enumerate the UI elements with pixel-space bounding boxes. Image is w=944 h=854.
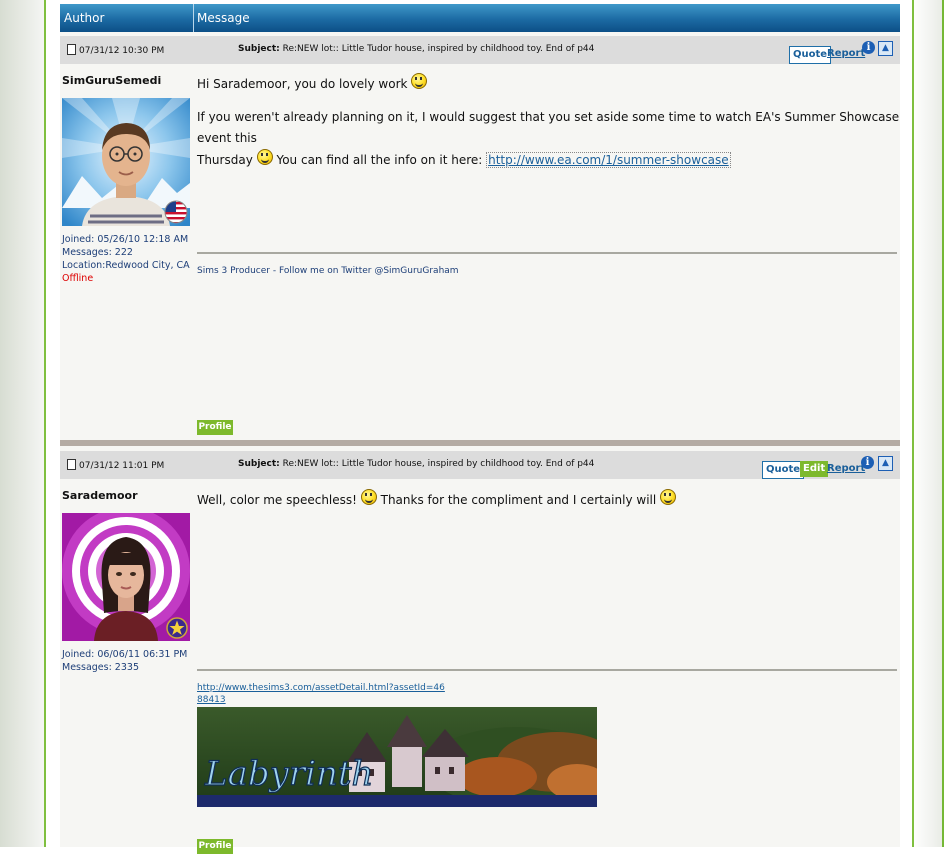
post-date-text: 07/31/12 11:01 PM [79, 461, 165, 471]
profile-button[interactable]: Profile [197, 420, 233, 435]
smiley-icon [411, 73, 428, 89]
thread-table-header: Author Message [60, 4, 900, 32]
back-to-top-icon[interactable]: ▲ [878, 456, 893, 471]
author-meta: Joined: 05/26/10 12:18 AM Messages: 222 … [62, 233, 190, 285]
labyrinth-banner[interactable]: Labyrinth [197, 707, 597, 807]
summer-showcase-link[interactable]: http://www.ea.com/1/summer-showcase [486, 152, 731, 168]
author-column-header: Author [64, 11, 105, 25]
signature: Sims 3 Producer - Follow me on Twitter @… [197, 266, 459, 276]
asset-link-continued[interactable]: 88413 [197, 695, 226, 705]
subject-label: Subject: [238, 459, 280, 469]
smiley-icon [256, 149, 273, 165]
frame-border-left [44, 0, 46, 847]
quote-button[interactable]: Quote [789, 46, 832, 64]
message-text: Well, color me speechless! [197, 493, 357, 507]
message-text: Thursday [197, 153, 253, 167]
star-badge-icon [166, 617, 188, 639]
post-subject: Subject: Re:NEW lot:: Little Tudor house… [238, 459, 594, 469]
page-background-left [0, 0, 46, 847]
post-header: 07/31/12 10:30 PM Subject: Re:NEW lot:: … [60, 36, 900, 64]
signature-divider [197, 669, 897, 671]
forum-content: Author Message 07/31/12 10:30 PM Subject… [48, 0, 910, 854]
report-link[interactable]: Report [827, 48, 865, 59]
author-meta: Joined: 06/06/11 06:31 PM Messages: 2335 [62, 648, 187, 674]
header-separator [193, 4, 194, 32]
post-date: 07/31/12 10:30 PM [67, 44, 164, 56]
message-text: Hi Sarademoor, you do lovely work [197, 77, 408, 91]
post-date-text: 07/31/12 10:30 PM [79, 46, 165, 56]
document-icon [67, 44, 76, 55]
banner-image: Labyrinth [197, 707, 597, 807]
us-flag-icon [164, 200, 188, 224]
post-subject: Subject: Re:NEW lot:: Little Tudor house… [238, 44, 594, 54]
author-status: Offline [62, 273, 94, 284]
document-icon [67, 459, 76, 470]
message-text: Thanks for the compliment and I certainl… [380, 493, 657, 507]
signature: http://www.thesims3.com/assetDetail.html… [197, 682, 445, 706]
message-line: Hi Sarademoor, you do lovely work [197, 73, 900, 95]
post: 07/31/12 11:01 PM Subject: Re:NEW lot:: … [60, 451, 900, 854]
info-icon[interactable]: i [861, 456, 874, 469]
banner-title: Labyrinth [204, 754, 373, 794]
asset-link[interactable]: http://www.thesims3.com/assetDetail.html… [197, 683, 445, 693]
post-message: Hi Sarademoor, you do lovely work If you… [197, 73, 900, 171]
post-message: Well, color me speechless! Thanks for th… [197, 489, 900, 511]
back-to-top-icon[interactable]: ▲ [878, 41, 893, 56]
post-header: 07/31/12 11:01 PM Subject: Re:NEW lot:: … [60, 451, 900, 479]
author-location: Location:Redwood City, CA [62, 260, 190, 271]
post-divider [60, 440, 900, 446]
post: 07/31/12 10:30 PM Subject: Re:NEW lot:: … [60, 36, 900, 438]
frame-border-right [912, 0, 914, 847]
author-name[interactable]: Sarademoor [62, 489, 138, 502]
author-name[interactable]: SimGuruSemedi [62, 74, 161, 87]
forum-thread: Author Message 07/31/12 10:30 PM Subject… [60, 4, 900, 854]
message-text: If you weren't already planning on it, I… [197, 110, 900, 145]
author-avatar[interactable] [62, 513, 190, 641]
author-joined: Joined: 06/06/11 06:31 PM [62, 649, 188, 660]
edit-button[interactable]: Edit [800, 461, 829, 477]
message-column-header: Message [197, 11, 250, 25]
message-line: Thursday You can find all the info on it… [197, 149, 900, 171]
info-icon[interactable]: i [862, 41, 875, 54]
smiley-icon [360, 489, 377, 505]
message-text: You can find all the info on it here: [276, 153, 483, 167]
subject-text: Re:NEW lot:: Little Tudor house, inspire… [282, 459, 595, 469]
author-message-count: Messages: 2335 [62, 662, 139, 673]
author-joined: Joined: 05/26/10 12:18 AM [62, 234, 189, 245]
subject-label: Subject: [238, 44, 280, 54]
subject-text: Re:NEW lot:: Little Tudor house, inspire… [282, 44, 595, 54]
report-link[interactable]: Report [827, 463, 865, 474]
author-avatar[interactable] [62, 98, 190, 226]
page-background-right [912, 0, 944, 847]
message-line: Well, color me speechless! Thanks for th… [197, 489, 900, 511]
quote-button[interactable]: Quote [762, 461, 805, 479]
smiley-icon [660, 489, 677, 505]
signature-divider [197, 252, 897, 254]
author-message-count: Messages: 222 [62, 247, 133, 258]
post-date: 07/31/12 11:01 PM [67, 459, 164, 471]
